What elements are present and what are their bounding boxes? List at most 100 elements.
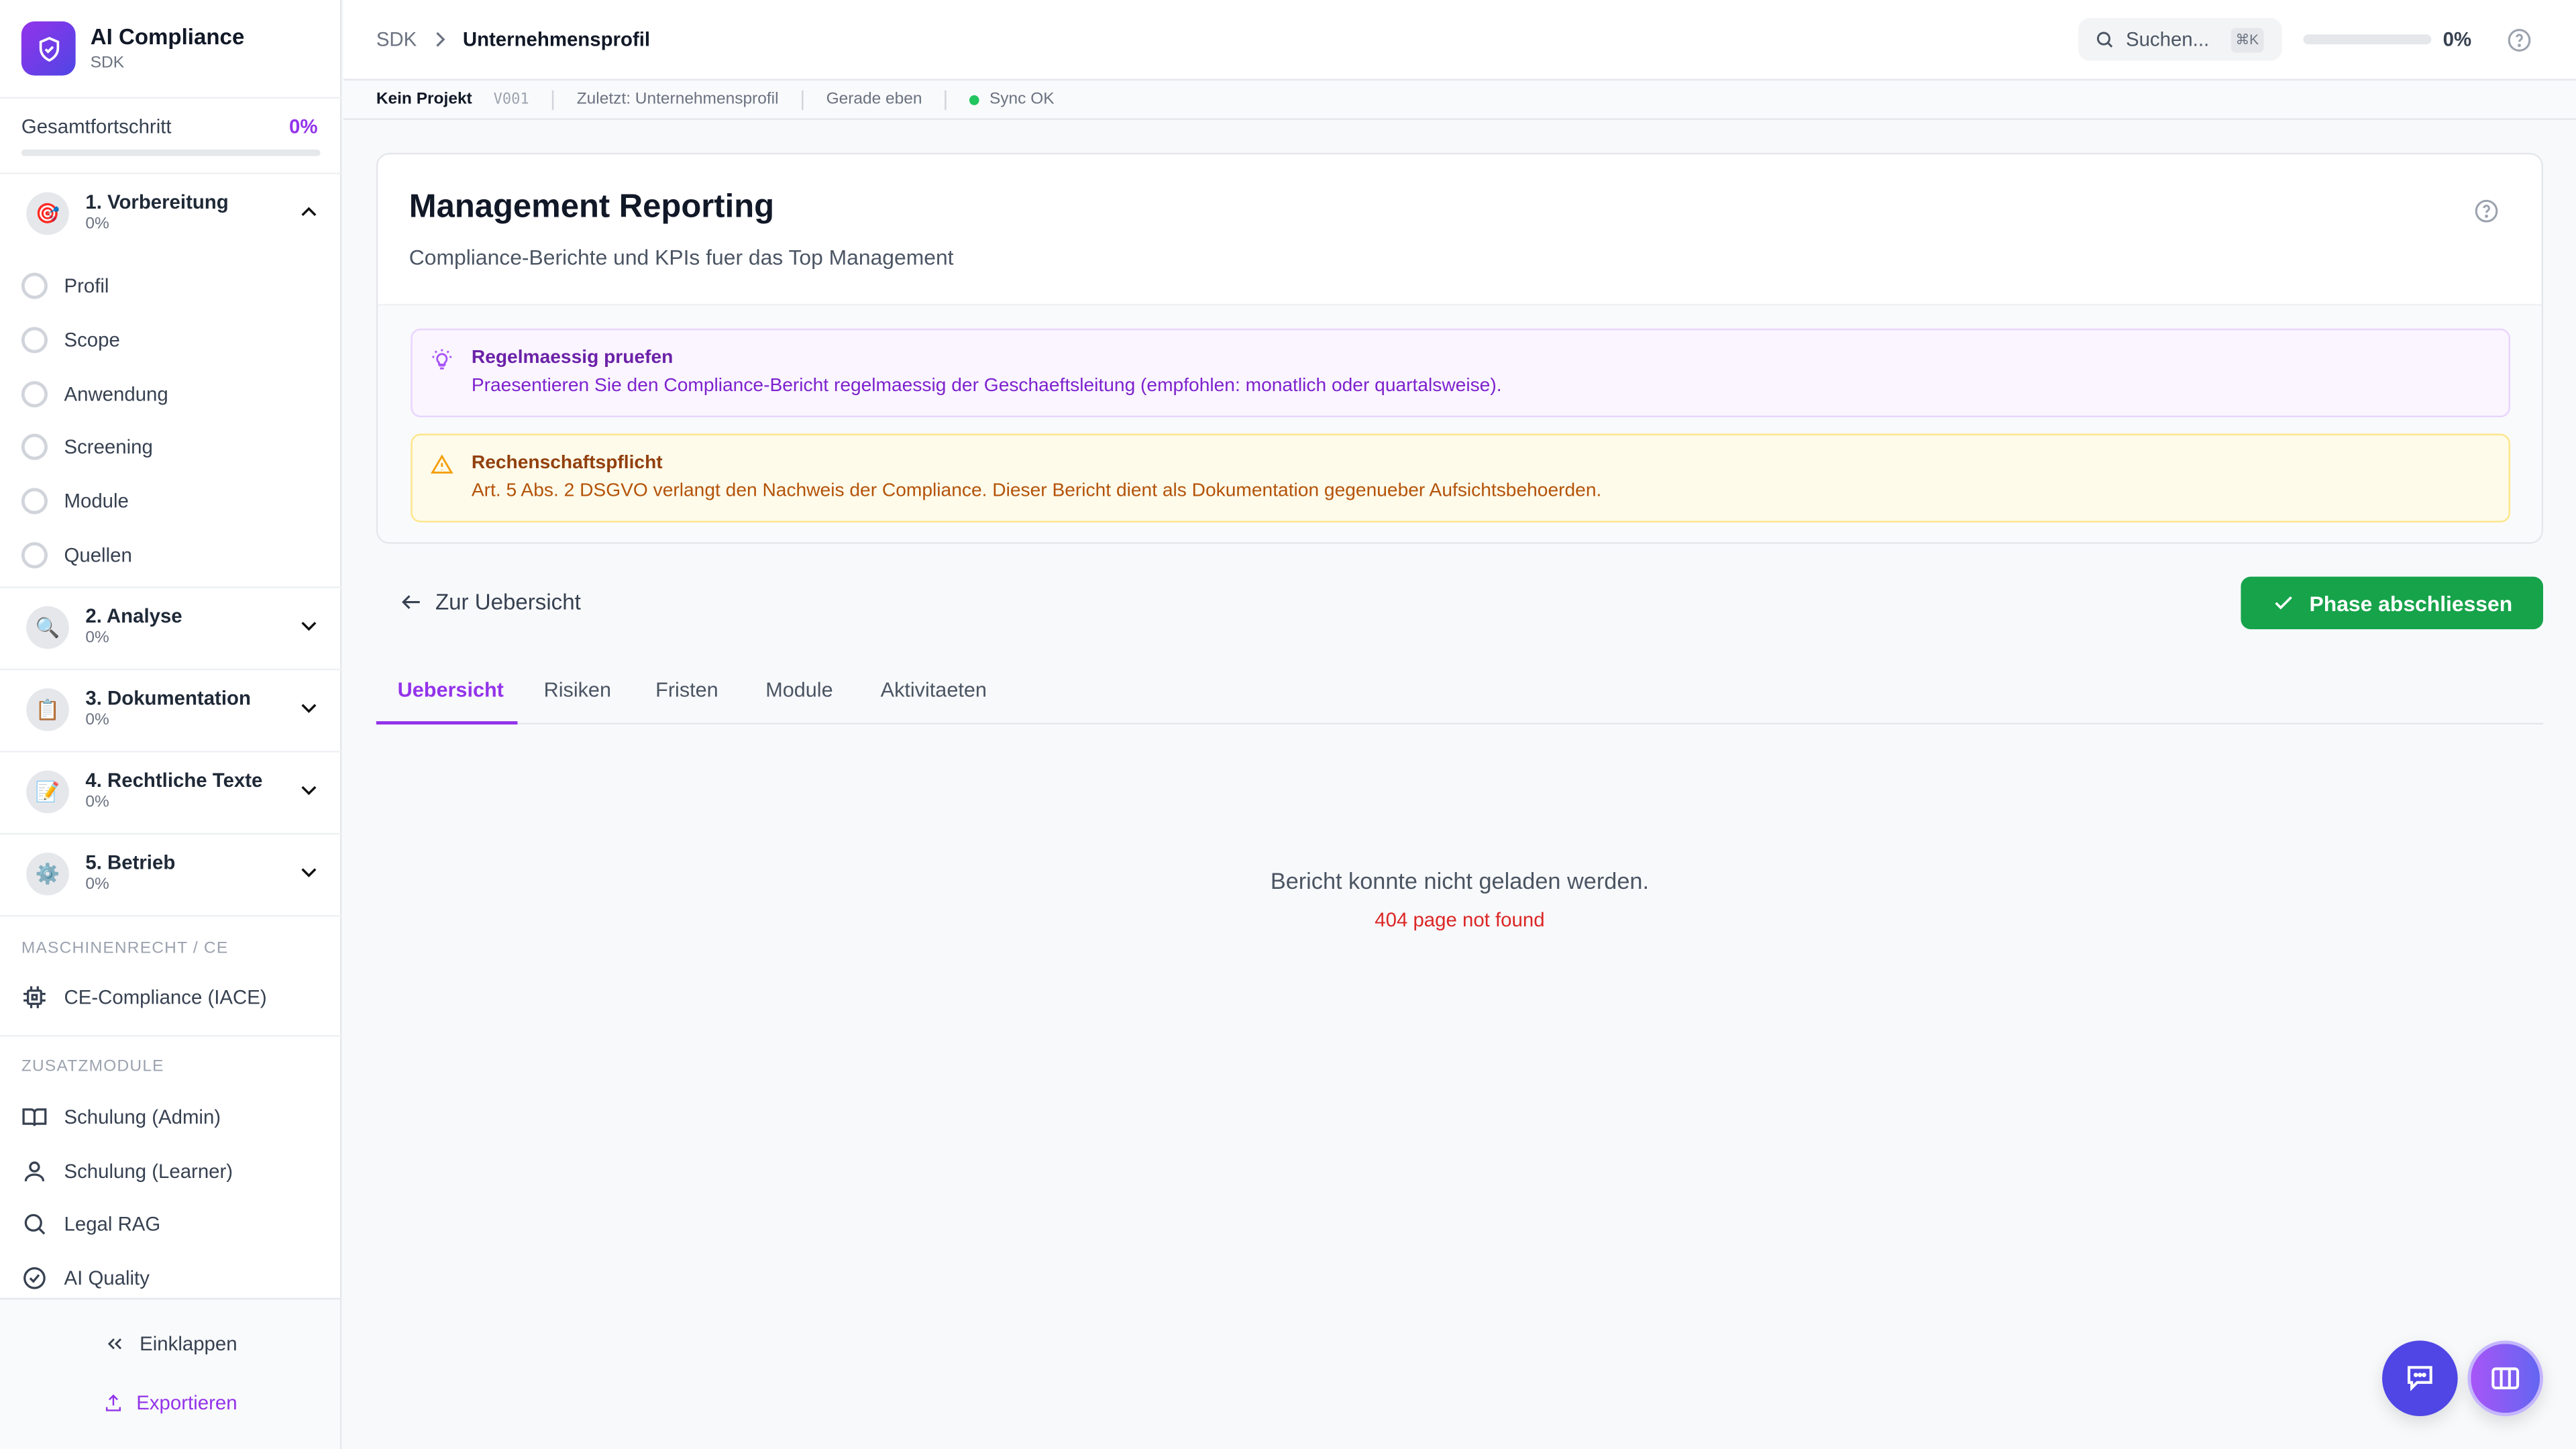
phase-vorbereitung[interactable]: 🎯 1. Vorbereitung 0% [0,172,341,254]
step-label: Module [64,489,129,513]
step-quellen[interactable]: Quellen [21,539,132,572]
phase-title: 3. Dokumentation [85,686,251,710]
shield-logo-icon [21,21,76,76]
status-bar: Kein Projekt V001 Zuletzt: Unternehmensp… [343,80,2576,120]
help-icon[interactable] [2507,28,2532,53]
lightbulb-icon [432,349,452,370]
sync-dot-icon [969,94,980,105]
overall-progress-value: 0% [289,115,318,138]
alert-text: Praesentieren Sie den Compliance-Bericht… [471,376,1502,396]
phase-dokumentation[interactable]: 📋 3. Dokumentation 0% [0,669,341,751]
shortcut-badge: ⌘K [2230,27,2264,52]
panels-button[interactable] [2467,1340,2544,1417]
phase-title: 5. Betrieb [85,851,176,874]
step-module[interactable]: Module [21,484,129,517]
breadcrumb: SDK Unternehmensprofil [376,28,650,51]
header-progress-bar [2303,34,2432,45]
step-label: Profil [64,274,109,298]
overall-progress-bar [21,149,321,156]
header-progress-value: 0% [2443,28,2472,51]
nav-ce-compliance[interactable]: CE-Compliance (IACE) [21,984,267,1010]
alert-title: Regelmaessig pruefen [471,348,674,368]
circle-icon [21,433,48,460]
chevron-down-icon [301,621,317,631]
tabs-divider [376,722,2544,725]
nav-schulung-learner[interactable]: Schulung (Learner) [21,1159,233,1185]
version-label: V001 [493,91,529,108]
step-profil[interactable]: Profil [21,270,109,303]
phase-progress: 0% [85,629,109,647]
section-label-extra: ZUSATZMODULE [21,1058,164,1077]
complete-phase-button[interactable]: Phase abschliessen [2241,576,2544,629]
user-icon [24,1161,45,1182]
tip-alert: Regelmaessig pruefen Praesentieren Sie d… [411,328,2511,418]
breadcrumb-current: Unternehmensprofil [462,28,651,51]
step-label: Screening [64,435,153,459]
search-icon [2096,32,2113,48]
circle-icon [21,542,48,569]
nav-label: Schulung (Admin) [64,1106,221,1129]
tab-module[interactable]: Module [765,678,833,701]
step-screening[interactable]: Screening [21,431,153,464]
gear-icon: ⚙️ [26,853,69,896]
step-anwendung[interactable]: Anwendung [21,378,168,411]
nav-label: AI Quality [64,1267,150,1290]
nav-schulung-admin[interactable]: Schulung (Admin) [21,1104,221,1130]
check-circle-icon [23,1267,46,1289]
page-header-card: Management Reporting Compliance-Berichte… [376,152,2544,544]
columns-icon [2491,1367,2520,1390]
app-title: AI Compliance [90,24,245,50]
arrow-left-icon [402,595,420,609]
phase-rechtliche-texte[interactable]: 📝 4. Rechtliche Texte 0% [0,751,341,833]
tab-uebersicht[interactable]: Uebersicht [398,678,504,701]
tab-aktivitaeten[interactable]: Aktivitaeten [881,678,987,701]
magnifier-icon: 🔍 [26,606,69,649]
page-subtitle: Compliance-Berichte und KPIs fuer das To… [409,244,954,270]
chevron-right-icon [435,32,445,47]
nav-legal-rag[interactable]: Legal RAG [21,1211,160,1237]
phase-title: 2. Analyse [85,604,182,628]
section-label-machine: MASCHINENRECHT / CE [21,939,229,958]
breadcrumb-sdk[interactable]: SDK [376,28,417,51]
search-input[interactable]: Suchen... ⌘K [2078,17,2282,61]
sidebar-footer: Einklappen Exportieren [0,1297,340,1449]
search-icon [24,1214,46,1235]
phase-title: 1. Vorbereitung [85,191,229,214]
circle-icon [21,381,48,408]
alert-text: Art. 5 Abs. 2 DSGVO verlangt den Nachwei… [471,481,1602,501]
tab-risiken[interactable]: Risiken [544,678,611,701]
chevron-down-icon [301,704,317,713]
collapse-label: Einklappen [140,1332,237,1356]
step-scope[interactable]: Scope [21,323,120,356]
circle-icon [21,488,48,515]
tab-fristen[interactable]: Fristen [655,678,718,701]
phase-betrieb[interactable]: ⚙️ 5. Betrieb 0% [0,833,341,915]
phase-progress: 0% [85,875,109,894]
last-step: Zuletzt: Unternehmensprofil [576,90,779,109]
collapse-button[interactable]: Einklappen [103,1332,237,1355]
step-label: Quellen [64,543,132,567]
chat-button[interactable] [2382,1340,2458,1417]
complete-phase-label: Phase abschliessen [2309,590,2513,616]
nav-ai-quality[interactable]: AI Quality [21,1265,150,1291]
back-to-overview-link[interactable]: Zur Uebersicht [399,590,581,614]
book-icon [22,1108,47,1126]
pencil-document-icon: 📝 [26,770,69,814]
export-button[interactable]: Exportieren [103,1391,237,1415]
error-detail: 404 page not found [1375,908,1545,932]
chevrons-left-icon [107,1338,122,1350]
phase-title: 4. Rechtliche Texte [85,769,263,792]
circle-icon [21,272,48,299]
export-label: Exportieren [136,1391,237,1415]
phase-progress: 0% [85,215,109,233]
nav-label: Legal RAG [64,1212,161,1236]
upload-icon [105,1394,121,1411]
phase-analyse[interactable]: 🔍 2. Analyse 0% [0,586,341,668]
warning-triangle-icon [430,454,453,474]
phase-progress: 0% [85,711,109,730]
help-icon[interactable] [2474,199,2499,223]
clipboard-icon: 📋 [26,688,69,731]
step-label: Scope [64,328,120,352]
chevron-down-icon [301,868,317,877]
chip-icon [23,986,46,1008]
